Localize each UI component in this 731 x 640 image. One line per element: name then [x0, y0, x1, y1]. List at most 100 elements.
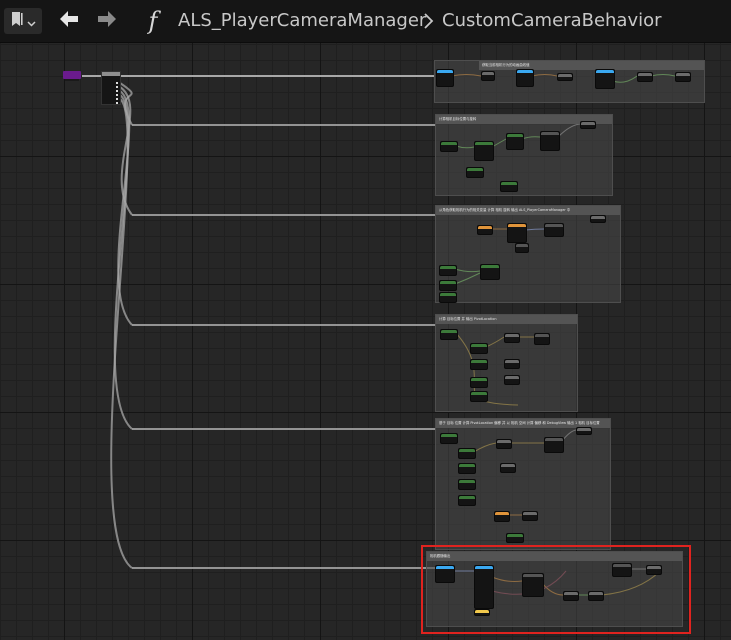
exec-pin[interactable] — [116, 102, 118, 104]
node-header — [440, 293, 456, 296]
graph-node[interactable] — [544, 223, 564, 237]
graph-node[interactable] — [439, 265, 457, 276]
graph-node[interactable] — [637, 72, 653, 82]
graph-node[interactable] — [557, 73, 573, 81]
graph-node[interactable] — [440, 433, 458, 444]
node-header — [676, 73, 690, 76]
graph-node[interactable] — [458, 448, 476, 459]
node-header — [440, 281, 456, 284]
node-header — [471, 392, 487, 395]
graph-node[interactable] — [506, 533, 524, 543]
bookmark-button[interactable] — [4, 8, 42, 34]
node-header — [497, 440, 511, 443]
forward-button[interactable] — [94, 8, 120, 34]
exec-pin[interactable] — [116, 86, 118, 88]
exec-pin[interactable] — [116, 98, 118, 100]
node-header — [581, 122, 595, 125]
node-header — [558, 74, 572, 77]
graph-node[interactable] — [466, 167, 484, 178]
graph-node[interactable] — [458, 463, 476, 474]
graph-node[interactable] — [544, 437, 564, 453]
comment-title: 获取当前相机行为的动画曲线值 — [479, 61, 704, 70]
graph-node[interactable] — [474, 141, 494, 161]
graph-node[interactable] — [458, 479, 476, 490]
exec-pin[interactable] — [116, 82, 118, 84]
exec-pin[interactable] — [116, 90, 118, 92]
node-header — [545, 224, 563, 227]
node-header — [516, 244, 528, 247]
node-header — [505, 360, 519, 363]
graph-node[interactable] — [500, 181, 518, 192]
chevron-down-icon — [27, 12, 36, 31]
node-header — [577, 428, 591, 431]
graph-node[interactable] — [494, 511, 510, 522]
node-header — [471, 344, 487, 347]
graph-node[interactable] — [522, 511, 538, 521]
node-header — [517, 70, 533, 73]
forward-arrow-icon — [96, 10, 118, 32]
graph-node[interactable] — [477, 225, 493, 235]
node-header — [523, 512, 537, 515]
graph-node[interactable] — [504, 375, 520, 385]
sequence-node-header — [102, 72, 120, 76]
node-header — [471, 360, 487, 363]
graph-node[interactable] — [458, 495, 476, 506]
node-header — [459, 464, 475, 467]
comment-title: 计算 目标位置 并 输出 PivotLocation — [436, 315, 577, 324]
node-header — [495, 512, 509, 515]
graph-node[interactable] — [504, 333, 520, 343]
graph-canvas[interactable]: 获取当前相机行为的动画曲线值 计算相机目标位置与旋转 从角色获取相机行为的相关变… — [0, 43, 731, 640]
graph-node[interactable] — [500, 463, 516, 473]
node-header — [638, 73, 652, 76]
sequence-node[interactable] — [101, 71, 121, 105]
node-header — [505, 376, 519, 379]
node-header — [507, 134, 523, 137]
graph-node[interactable] — [504, 359, 520, 369]
node-header — [482, 72, 494, 75]
node-header — [467, 168, 483, 171]
graph-node[interactable] — [481, 71, 495, 81]
graph-node[interactable] — [496, 439, 512, 449]
node-header — [596, 70, 614, 73]
node-header — [437, 70, 453, 73]
node-header — [459, 480, 475, 483]
function-icon: f — [148, 7, 158, 35]
node-header — [501, 464, 515, 467]
graph-node[interactable] — [470, 343, 488, 354]
node-header — [459, 449, 475, 452]
graph-node[interactable] — [470, 359, 488, 370]
graph-node[interactable] — [440, 141, 458, 152]
graph-node[interactable] — [439, 280, 457, 291]
graph-node[interactable] — [540, 131, 560, 151]
graph-node[interactable] — [516, 69, 534, 87]
function-entry-node[interactable] — [63, 71, 81, 81]
graph-node[interactable] — [595, 69, 615, 89]
graph-node[interactable] — [576, 427, 592, 435]
graph-node[interactable] — [515, 243, 529, 253]
graph-node[interactable] — [534, 333, 550, 345]
exec-pin[interactable] — [116, 94, 118, 96]
graph-node[interactable] — [506, 133, 524, 150]
node-header — [459, 496, 475, 499]
graph-node[interactable] — [590, 215, 606, 223]
comment-title: 从角色获取相机行为的相关变量 计算 相机 旋转 输出 ALS_PlayerCam… — [436, 206, 620, 215]
node-header — [507, 534, 523, 537]
graph-node[interactable] — [440, 329, 458, 340]
node-header — [541, 132, 559, 135]
node-header — [501, 182, 517, 185]
graph-node[interactable] — [507, 223, 527, 243]
highlight-box — [421, 545, 691, 634]
graph-node[interactable] — [470, 391, 488, 402]
comment-box[interactable]: 获取当前相机行为的动画曲线值 — [434, 60, 705, 103]
graph-node[interactable] — [580, 121, 596, 129]
breadcrumb-function[interactable]: CustomCameraBehavior — [442, 10, 662, 31]
node-header — [471, 378, 487, 381]
graph-node[interactable] — [470, 377, 488, 388]
graph-node[interactable] — [480, 264, 500, 280]
graph-node[interactable] — [675, 72, 691, 82]
node-header — [591, 216, 605, 219]
back-button[interactable] — [56, 8, 82, 34]
graph-node[interactable] — [436, 69, 454, 87]
graph-node[interactable] — [439, 292, 457, 303]
breadcrumb-blueprint[interactable]: ALS_PlayerCameraManager — [178, 10, 426, 31]
